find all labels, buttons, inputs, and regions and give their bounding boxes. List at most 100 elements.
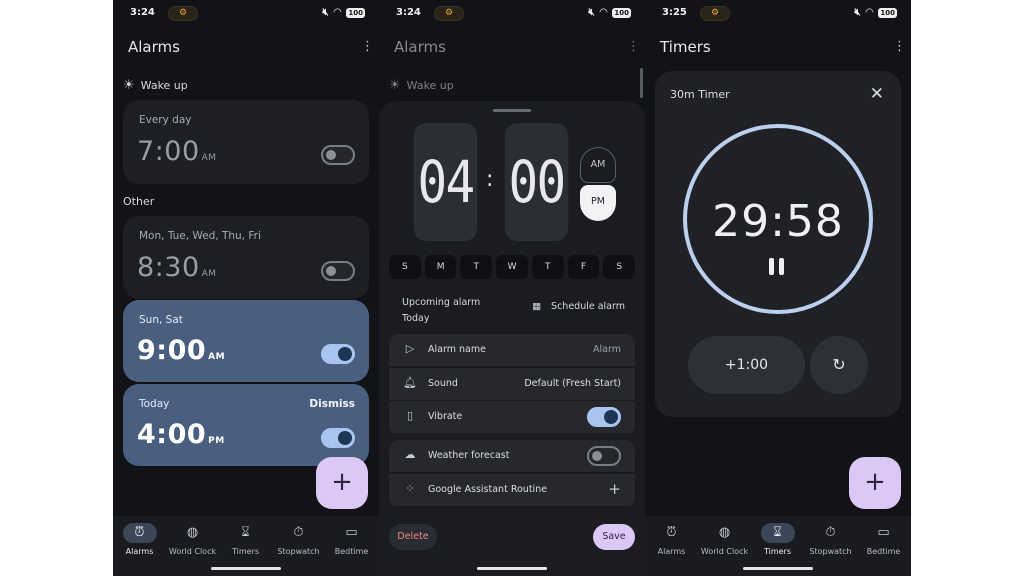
add-alarm-button[interactable]: + — [316, 457, 368, 509]
hour-picker[interactable]: 04 — [413, 123, 478, 241]
minute-picker[interactable]: 00 — [504, 123, 569, 241]
sound-row[interactable]: 🔔︎ Sound Default (Fresh Start) — [389, 367, 635, 400]
day-chip-tuesday[interactable]: T — [460, 255, 493, 279]
schedule-alarm-button[interactable]: ▦ Schedule alarm — [532, 301, 625, 312]
nav-world-clock[interactable]: ◍ World Clock — [698, 523, 751, 556]
home-indicator[interactable] — [477, 567, 547, 570]
mute-icon: 🔇︎ — [588, 7, 595, 18]
globe-icon: ◍ — [186, 525, 199, 540]
alarms-screen: 3:24 ⚙ 🔇︎ ◠ 100 Alarms ⋮ ☀ Wake up Every… — [113, 0, 379, 576]
timer-countdown: 29:58 — [712, 196, 844, 247]
alarm-name-value: Alarm — [593, 344, 621, 355]
alarm-days: Today — [139, 398, 170, 410]
hourglass-icon: ⌛︎ — [241, 525, 250, 540]
timers-screen: 3:25 ⚙ 🔇︎ ◠ 100 Timers ⋮ 30m Timer ✕ 29:… — [645, 0, 911, 576]
day-chip-thursday[interactable]: T — [531, 255, 564, 279]
nav-world-clock[interactable]: ◍ World Clock — [166, 523, 219, 556]
alarm-edit-sheet: 04 : 00 AM PM S M T W T F S Upcoming ala… — [379, 101, 645, 576]
alarm-card[interactable]: Mon, Tue, Wed, Thu, Fri 8:30 AM — [123, 216, 369, 299]
weather-row[interactable]: ☁ Weather forecast — [389, 440, 635, 472]
wifi-icon: ◠ — [599, 7, 608, 18]
add-minute-button[interactable]: +1:00 — [688, 336, 805, 394]
sound-value: Default (Fresh Start) — [524, 377, 621, 389]
time-separator: : — [486, 167, 494, 192]
label-icon: ▷ — [405, 342, 415, 355]
drag-handle[interactable] — [493, 109, 531, 112]
vibrate-icon: ▯ — [406, 409, 414, 422]
more-options-icon[interactable]: ⋮ — [627, 40, 640, 54]
assistant-icon: ⁘ — [405, 481, 415, 495]
section-label: Wake up — [406, 79, 454, 92]
day-chip-wednesday[interactable]: W — [496, 255, 528, 279]
vibrate-toggle[interactable] — [587, 407, 621, 427]
calendar-icon: ▦ — [532, 301, 542, 312]
day-chip-friday[interactable]: F — [567, 255, 600, 279]
nav-alarms[interactable]: ⏰︎ Alarms — [645, 523, 698, 556]
sun-icon: ☀ — [123, 78, 135, 93]
day-chip-sunday[interactable]: S — [389, 255, 421, 279]
save-button[interactable]: Save — [593, 524, 635, 550]
more-options-icon[interactable]: ⋮ — [893, 40, 906, 54]
alarm-clock-icon: ⏰︎ — [122, 523, 157, 543]
close-icon[interactable]: ✕ — [870, 84, 884, 104]
am-toggle[interactable]: AM — [580, 147, 616, 183]
alarm-card[interactable]: Sun, Sat 9:00 AM — [123, 300, 369, 382]
add-routine-icon[interactable]: + — [608, 480, 621, 498]
alarm-toggle[interactable] — [321, 344, 355, 364]
page-title: Timers — [660, 38, 711, 56]
battery-indicator: 100 — [612, 7, 631, 18]
more-options-icon[interactable]: ⋮ — [361, 40, 374, 54]
nav-bedtime[interactable]: ▭ Bedtime — [325, 523, 378, 556]
stopwatch-icon: ⏱︎ — [825, 525, 836, 540]
alarm-toggle[interactable] — [321, 428, 355, 448]
scrollbar[interactable] — [640, 68, 643, 98]
upcoming-value: Today — [402, 313, 430, 324]
alarm-days: Mon, Tue, Wed, Thu, Fri — [139, 230, 261, 242]
nav-timers[interactable]: ⌛︎ Timers — [219, 523, 272, 556]
section-other: Other — [123, 195, 154, 208]
alarm-time: 8:30 AM — [137, 252, 217, 283]
nav-alarms[interactable]: ⏰︎ Alarms — [113, 523, 166, 556]
home-indicator[interactable] — [743, 567, 813, 570]
alarm-card[interactable]: Every day 7:00 AM — [123, 100, 369, 184]
assistant-row[interactable]: ⁘ Google Assistant Routine + — [389, 473, 635, 506]
vibrate-row[interactable]: ▯ Vibrate — [389, 401, 635, 433]
alarm-settings-group: ▷ Alarm name Alarm 🔔︎ Sound Default (Fre… — [389, 334, 635, 435]
alarm-toggle[interactable] — [321, 261, 355, 281]
bed-icon: ▭ — [345, 525, 358, 540]
home-indicator[interactable] — [211, 567, 281, 570]
alarm-name-row[interactable]: ▷ Alarm name Alarm — [389, 334, 635, 366]
globe-icon: ◍ — [718, 525, 731, 540]
schedule-label: Schedule alarm — [551, 301, 625, 312]
alarm-card[interactable]: Today Dismiss 4:00 PM — [123, 384, 369, 466]
nav-stopwatch[interactable]: ⏱︎ Stopwatch — [272, 523, 325, 556]
battery-indicator: 100 — [878, 7, 897, 18]
pm-toggle[interactable]: PM — [580, 185, 616, 221]
dismiss-button[interactable]: Dismiss — [309, 398, 355, 410]
alarm-toggle[interactable] — [321, 145, 355, 165]
nav-timers[interactable]: ⌛︎ Timers — [751, 523, 804, 556]
section-label: Other — [123, 195, 155, 208]
pause-icon[interactable] — [769, 258, 787, 276]
reset-icon[interactable]: ↻ — [810, 336, 868, 394]
delete-button[interactable]: Delete — [389, 524, 437, 550]
timer-progress-ring: 29:58 — [683, 124, 873, 314]
add-timer-button[interactable]: + — [849, 457, 901, 509]
status-time: 3:24 — [396, 7, 421, 18]
gear-icon: ⚙ — [434, 6, 464, 21]
stopwatch-icon: ⏱︎ — [293, 525, 304, 540]
section-label: Wake up — [140, 79, 188, 92]
edit-alarm-screen: 3:24 ⚙ 🔇︎ ◠ 100 Alarms ⋮ ☀ Wake up 04 : … — [379, 0, 645, 576]
status-bar: 3:24 ⚙ 🔇︎ ◠ 100 — [379, 6, 645, 21]
day-chip-saturday[interactable]: S — [603, 255, 636, 279]
timer-name[interactable]: 30m Timer — [670, 88, 730, 101]
wifi-icon: ◠ — [865, 7, 874, 18]
weekday-selector: S M T W T F S — [389, 255, 636, 279]
weather-toggle[interactable] — [587, 446, 621, 466]
bell-icon: 🔔︎ — [403, 375, 417, 389]
nav-bedtime[interactable]: ▭ Bedtime — [857, 523, 910, 556]
nav-stopwatch[interactable]: ⏱︎ Stopwatch — [804, 523, 857, 556]
mute-icon: 🔇︎ — [854, 7, 861, 18]
day-chip-monday[interactable]: M — [424, 255, 457, 279]
wifi-icon: ◠ — [333, 7, 342, 18]
